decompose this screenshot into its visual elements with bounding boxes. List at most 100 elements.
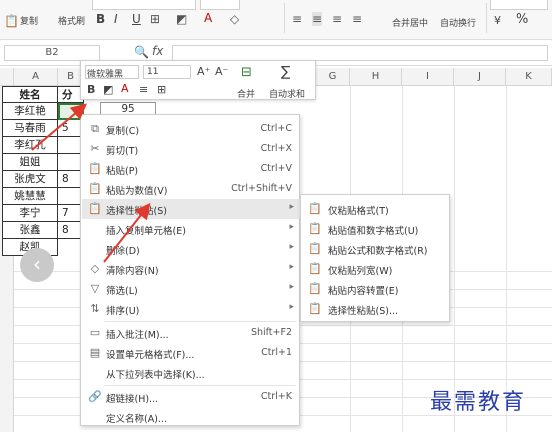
submenu-item-paste-column-width[interactable]: 📋 仅粘贴列宽(W) — [302, 259, 450, 279]
submenu-arrow-icon: ▸ — [289, 202, 294, 212]
submenu-arrow-icon: ▸ — [289, 242, 294, 252]
submenu-item-label: 仅粘贴列宽(W) — [328, 266, 393, 277]
menu-item-insert-comment[interactable]: ▭ 插入批注(M)... Shift+F2 — [82, 323, 300, 343]
formula-input[interactable] — [172, 45, 548, 61]
gridline — [506, 86, 507, 432]
font-name-combo[interactable] — [92, 0, 196, 10]
align-center-icon[interactable]: ≡ — [312, 12, 323, 26]
paste-icon[interactable]: 📋 — [4, 14, 19, 28]
filter-icon: ▽ — [90, 282, 100, 295]
number-format-combo[interactable] — [490, 0, 548, 10]
align-left-icon[interactable]: ≡ — [292, 12, 302, 26]
ribbon-divider — [486, 3, 487, 33]
col-header-a[interactable]: A — [14, 68, 58, 86]
currency-button[interactable]: ¥ — [494, 14, 501, 27]
menu-item-delete[interactable]: 删除(D) ▸ — [82, 239, 300, 259]
submenu-item-label: 仅粘贴格式(T) — [328, 206, 389, 217]
paste-special-icon: 📋 — [88, 202, 102, 215]
menu-item-label: 粘贴(P) — [106, 166, 139, 177]
border-icon[interactable]: ⊞ — [150, 12, 160, 26]
menu-divider — [105, 321, 295, 322]
fx-icon[interactable]: fx — [152, 44, 163, 58]
cell-a9[interactable]: 张鑫 — [2, 222, 58, 239]
menu-item-label: 插入复制单元格(E) — [106, 226, 186, 237]
font-grow-icon[interactable]: A⁺ — [197, 65, 210, 78]
menu-item-hyperlink[interactable]: 🔗 超链接(H)... Ctrl+K — [82, 387, 300, 407]
mini-autosum-button[interactable]: 自动求和 — [269, 87, 305, 100]
menu-item-filter[interactable]: ▽ 筛选(L) ▸ — [82, 279, 300, 299]
format-painter-button[interactable]: 格式刷 — [58, 14, 85, 27]
percent-button[interactable]: % — [516, 12, 528, 27]
menu-item-format-cells[interactable]: ▤ 设置单元格格式(F)... Ctrl+1 — [82, 343, 300, 363]
submenu-item-paste-transpose[interactable]: 📋 粘贴内容转置(E) — [302, 279, 450, 299]
copy-icon: ⧉ — [91, 122, 99, 135]
cell-a6[interactable]: 张虎文 — [2, 171, 58, 188]
cell-a2[interactable]: 李红艳 — [2, 103, 58, 120]
submenu-item-label: 粘贴值和数字格式(U) — [328, 226, 419, 237]
italic-button[interactable]: I — [114, 12, 118, 26]
merge-icon[interactable]: ⊟ — [241, 65, 252, 80]
menu-item-cut[interactable]: ✂ 剪切(T) Ctrl+X — [82, 139, 300, 159]
font-color-icon[interactable]: A — [204, 11, 212, 25]
menu-item-shortcut: Shift+F2 — [250, 327, 292, 338]
submenu-item-paste-format[interactable]: 📋 仅粘贴格式(T) — [302, 199, 450, 219]
back-button[interactable]: ‹ — [20, 248, 54, 282]
cell-a3[interactable]: 马春雨 — [2, 120, 58, 137]
copy-button[interactable]: 复制 — [20, 14, 38, 27]
cell-a7[interactable]: 姚慧慧 — [2, 188, 58, 205]
eraser-icon[interactable]: ◇ — [230, 12, 239, 26]
mini-font-color-icon[interactable]: A — [121, 82, 129, 95]
menu-item-clear[interactable]: ◇ 清除内容(N) ▸ — [82, 259, 300, 279]
cut-icon: ✂ — [90, 142, 100, 155]
mini-border-icon[interactable]: ⊞ — [157, 83, 166, 96]
submenu-arrow-icon: ▸ — [289, 302, 294, 312]
mini-font-name: 微软雅黑 — [87, 70, 124, 80]
col-header-k[interactable]: K — [506, 68, 552, 86]
menu-item-label: 定义名称(A)... — [106, 414, 167, 425]
col-header-g[interactable]: G — [316, 68, 350, 86]
menu-item-copy[interactable]: ⧉ 复制(C) Ctrl+C — [82, 119, 300, 139]
menu-item-sort[interactable]: ⇅ 排序(U) ▸ — [82, 299, 300, 319]
name-box[interactable]: B2 — [4, 45, 100, 61]
col-header-j[interactable]: J — [454, 68, 506, 86]
sort-icon: ⇅ — [90, 302, 100, 315]
mini-merge-button[interactable]: 合并 — [237, 87, 255, 100]
auto-wrap-button[interactable]: 自动换行 — [440, 16, 476, 29]
submenu-item-paste-formula-number[interactable]: 📋 粘贴公式和数字格式(R) — [302, 239, 450, 259]
menu-item-insert-copied[interactable]: 插入复制单元格(E) ▸ — [82, 219, 300, 239]
cell-a8[interactable]: 李宁 — [2, 205, 58, 222]
zoom-icon[interactable]: 🔍 — [134, 45, 149, 59]
menu-item-label: 排序(U) — [106, 306, 140, 317]
cell-a4[interactable]: 李红孔 — [2, 137, 58, 154]
menu-item-paste[interactable]: 📋 粘贴(P) Ctrl+V — [82, 159, 300, 179]
cell-a1[interactable]: 姓名 — [2, 86, 58, 103]
menu-item-pick-from-list[interactable]: 从下拉列表中选择(K)... — [82, 363, 300, 383]
submenu-item-label: 粘贴公式和数字格式(R) — [328, 246, 428, 257]
submenu-item-paste-special[interactable]: 📋 选择性粘贴(S)... — [302, 299, 450, 319]
font-size-combo[interactable] — [200, 0, 240, 10]
menu-item-shortcut: Ctrl+C — [260, 123, 293, 134]
menu-item-label: 清除内容(N) — [106, 266, 159, 277]
col-header-i[interactable]: I — [402, 68, 454, 86]
font-shrink-icon[interactable]: A⁻ — [215, 65, 228, 78]
menu-item-paste-values[interactable]: 📋 粘贴为数值(V) Ctrl+Shift+V — [82, 179, 300, 199]
justify-icon[interactable]: ≡ — [352, 12, 362, 26]
menu-item-paste-special[interactable]: 📋 选择性粘贴(S) ▸ — [82, 199, 300, 219]
bold-button[interactable]: B — [96, 12, 105, 26]
paste-icon: 📋 — [88, 162, 102, 175]
col-header-h[interactable]: H — [350, 68, 402, 86]
menu-item-shortcut: Ctrl+K — [260, 391, 292, 402]
underline-button[interactable]: U — [132, 12, 141, 26]
mini-align-icon[interactable]: ≡ — [139, 83, 148, 96]
mini-bold-button[interactable]: B — [87, 83, 95, 96]
align-right-icon[interactable]: ≡ — [332, 12, 342, 26]
select-all-corner[interactable] — [0, 68, 14, 86]
submenu-item-paste-value-number[interactable]: 📋 粘贴值和数字格式(U) — [302, 219, 450, 239]
merge-center-button[interactable]: 合并居中 — [392, 16, 428, 29]
menu-item-define-name[interactable]: 定义名称(A)... — [82, 407, 300, 427]
mini-fill-icon[interactable]: ◩ — [103, 83, 113, 96]
cell-a5[interactable]: 姐姐 — [2, 154, 58, 171]
format-cells-icon: ▤ — [89, 346, 101, 359]
fill-color-icon[interactable]: ◩ — [176, 12, 187, 26]
autosum-icon[interactable]: ∑ — [281, 64, 290, 80]
